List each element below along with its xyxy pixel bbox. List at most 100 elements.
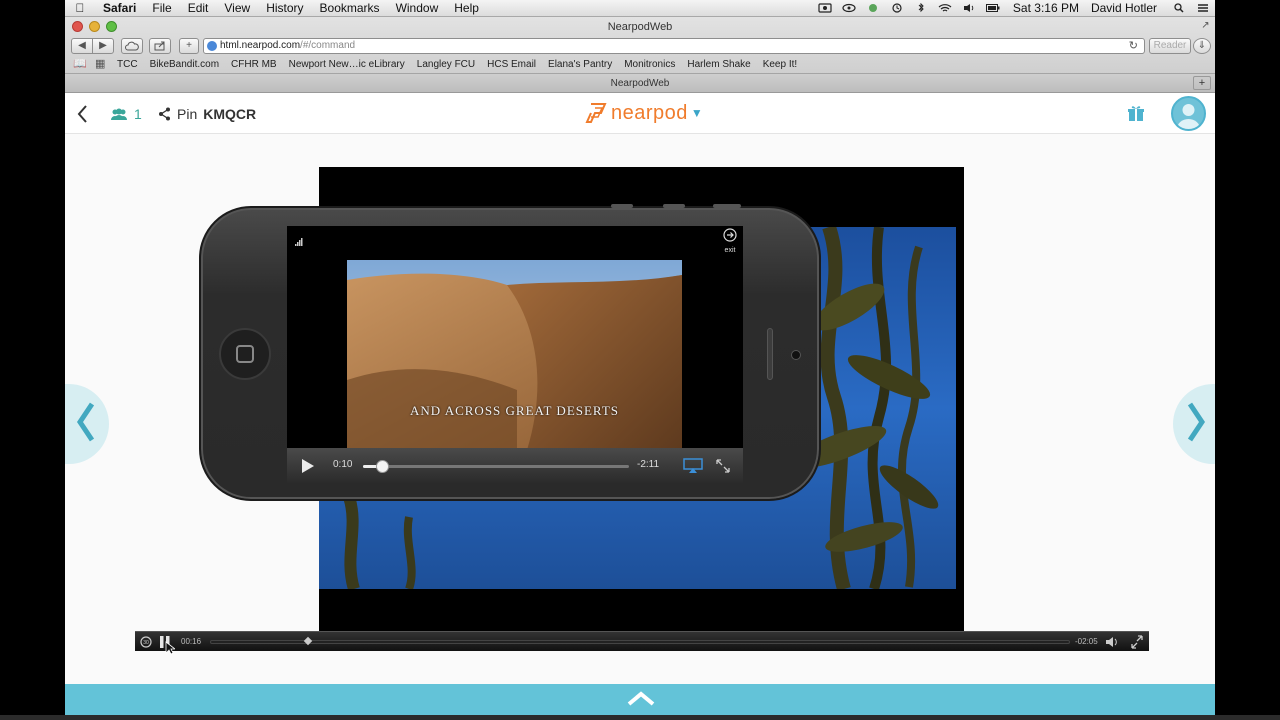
menubar-clock[interactable]: Sat 3:16 PM [1005,1,1087,15]
bookmark-item[interactable]: Monitronics [624,59,675,70]
rewind-30-icon[interactable]: 30 [139,632,153,652]
airplay-icon[interactable] [683,458,703,474]
gift-icon[interactable] [1127,104,1145,122]
nearpod-mark-icon [585,103,607,123]
bookmark-item[interactable]: Elana's Pantry [548,59,612,70]
participant-count: 1 [134,106,142,122]
fullscreen-icon[interactable] [1130,632,1144,652]
volume-icon[interactable] [962,3,976,13]
phone-current-time: 0:10 [333,459,353,470]
nearpod-logo-text: nearpod [611,101,688,124]
cloud-icon [125,41,139,51]
mac-menubar:  Safari File Edit View History Bookmark… [65,0,1215,17]
bookmark-item[interactable]: Harlem Shake [687,59,750,70]
title-bar: NearpodWeb ↗ [65,17,1215,37]
url-path: /#/command [300,40,356,51]
address-bar[interactable]: html.nearpod.com/#/command ↻ [203,38,1145,54]
nearpod-page: 1 Pin KMQCR nearpod ▼ exit AND ACROSS GR… [65,93,1215,720]
nearpod-header: 1 Pin KMQCR nearpod ▼ [65,93,1215,134]
participants-counter[interactable]: 1 [110,105,142,123]
close-window-button[interactable] [72,21,83,32]
slide-video-controls: 30 00:16 -02:05 [135,631,1149,651]
next-slide-button[interactable] [1173,384,1215,464]
menubar-user[interactable]: David Hotler [1087,1,1167,15]
add-bookmark-button[interactable]: + [179,38,199,54]
menu-history[interactable]: History [258,0,311,17]
video-caption: AND ACROSS GREAT DESERTS [410,403,619,418]
bookmark-item[interactable]: Keep It! [763,59,797,70]
desktop-strip [0,715,1280,720]
menu-window[interactable]: Window [388,0,447,17]
phone-remaining-time: -2:11 [637,459,660,470]
bookmark-item[interactable]: Newport New…ic eLibrary [289,59,405,70]
slide-seek-bar[interactable] [210,636,1070,646]
apple-icon[interactable]:  [65,1,95,15]
signal-icon [295,238,303,246]
nearpod-logo[interactable]: nearpod ▼ [585,101,703,125]
bookmark-item[interactable]: CFHR MB [231,59,277,70]
exit-label: exit [724,247,736,254]
spotlight-icon[interactable] [1172,3,1186,13]
bookmark-item[interactable]: TCC [117,59,138,70]
expand-icon[interactable] [715,458,731,474]
menu-help[interactable]: Help [446,0,487,17]
session-pin[interactable]: Pin KMQCR [158,104,256,124]
icloud-tabs-button[interactable] [121,38,143,54]
new-tab-button[interactable]: + [1193,76,1211,90]
share-button[interactable] [149,38,171,54]
avatar[interactable] [1171,96,1206,131]
tab-nearpodweb[interactable]: NearpodWeb [611,78,670,89]
bookmarks-bar: 📖 ▦ TCC BikeBandit.com CFHR MB Newport N… [65,55,1215,73]
sync-icon[interactable] [866,3,880,13]
phone-seek-bar[interactable] [363,460,629,473]
reader-button[interactable]: Reader [1149,38,1191,54]
pin-label: Pin [177,106,198,122]
exit-button[interactable]: exit [721,228,739,258]
battery-icon[interactable] [985,3,1000,13]
reload-icon[interactable]: ↻ [1129,39,1138,53]
chevron-down-icon[interactable]: ▼ [691,106,703,120]
desert-video-frame[interactable]: AND ACROSS GREAT DESERTS [347,260,682,450]
slide-remaining-time: -02:05 [1075,637,1098,646]
slide-current-time: 00:16 [181,637,202,646]
previous-slide-button[interactable] [65,384,109,464]
menu-file[interactable]: File [144,0,179,17]
zoom-window-button[interactable] [106,21,117,32]
slide-seek-thumb[interactable] [304,636,313,646]
bluetooth-icon[interactable] [914,3,928,13]
phone-mockup: exit AND ACROSS GREAT DESERTS 0:10 -2:11 [199,204,821,501]
enter-fullscreen-icon[interactable]: ↗ [1200,20,1211,31]
menu-edit[interactable]: Edit [180,0,217,17]
status-area: Sat 3:16 PM David Hotler [813,0,1215,17]
menu-app[interactable]: Safari [95,0,144,17]
bookmark-item[interactable]: HCS Email [487,59,536,70]
pin-code: KMQCR [203,106,257,122]
minimize-window-button[interactable] [89,21,100,32]
forward-button[interactable]: ▶ [92,38,114,54]
eye-icon[interactable] [842,3,856,13]
menu-view[interactable]: View [216,0,258,17]
phone-seek-thumb[interactable] [375,460,389,473]
svg-text:30: 30 [143,640,149,646]
participants-icon [111,108,127,120]
back-button[interactable]: ◀ [71,38,93,54]
play-icon[interactable] [299,458,315,474]
notification-center-icon[interactable] [1196,3,1210,13]
chevron-left-icon[interactable] [75,103,91,125]
reading-list-icon[interactable]: 📖 [73,59,87,70]
menu-bookmarks[interactable]: Bookmarks [312,0,388,17]
phone-volume-button [611,204,633,208]
phone-volume-button [663,204,685,208]
home-square-icon [236,345,254,363]
phone-home-button[interactable] [219,328,271,380]
phone-screen: exit AND ACROSS GREAT DESERTS 0:10 -2:11 [287,226,743,484]
downloads-button[interactable]: ⇓ [1193,38,1211,54]
wifi-icon[interactable] [938,3,952,13]
volume-icon[interactable] [1105,632,1119,652]
chevron-up-icon[interactable] [627,690,655,708]
bookmark-item[interactable]: BikeBandit.com [150,59,219,70]
top-sites-icon[interactable]: ▦ [95,59,109,70]
camera-icon[interactable] [818,3,832,13]
time-machine-icon[interactable] [890,3,904,13]
bookmark-item[interactable]: Langley FCU [417,59,475,70]
